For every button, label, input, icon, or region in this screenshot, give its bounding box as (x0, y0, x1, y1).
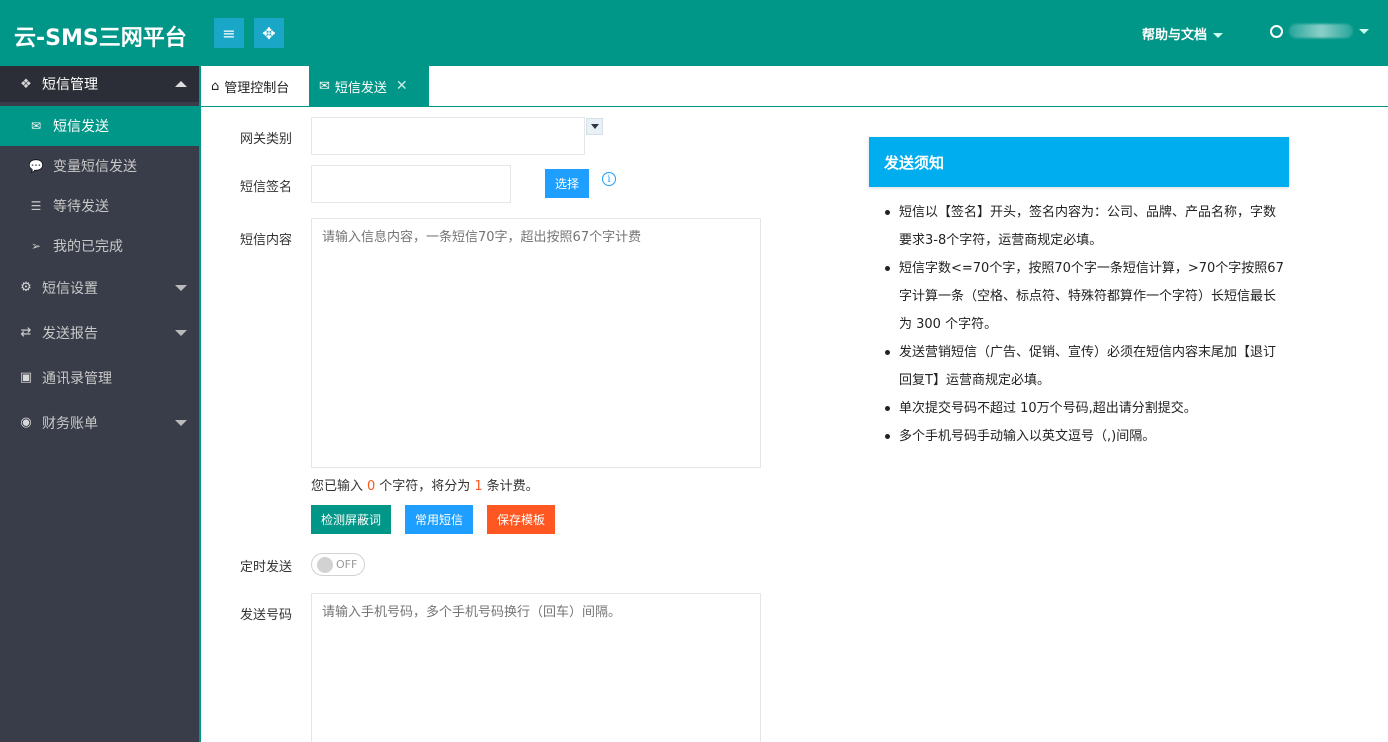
chevron-down-icon (1213, 33, 1224, 38)
chevron-up-icon (175, 81, 187, 87)
chevron-down-icon (175, 420, 187, 426)
chevron-down-icon (590, 124, 599, 129)
tab-sms-send[interactable]: ✉ 短信发送 ✕ (309, 66, 429, 106)
user-menu[interactable] (1270, 24, 1369, 38)
sidebar: ❖ 短信管理 ✉ 短信发送 💬 变量短信发送 ☰ 等待发送 ➢ 我的已完成 ⚙ … (0, 66, 199, 742)
close-icon[interactable]: ✕ (396, 78, 408, 94)
sidebar-group-contacts[interactable]: ▣ 通讯录管理 (0, 355, 199, 400)
chevron-down-icon (175, 330, 187, 336)
sidebar-item-label: 等待发送 (53, 199, 109, 215)
content-label: 短信内容 (240, 233, 293, 248)
tab-console[interactable]: ⌂ 管理控制台 (201, 66, 309, 106)
sidebar-group-billing[interactable]: ◉ 财务账单 (0, 400, 199, 445)
sidebar-group-send-report[interactable]: ⇄ 发送报告 (0, 310, 199, 355)
sidebar-group-sms-management[interactable]: ❖ 短信管理 (0, 66, 199, 102)
sidebar-group-label: 财务账单 (42, 415, 98, 432)
char-count: 0 (367, 479, 376, 494)
numbers-textarea[interactable] (311, 593, 761, 742)
counter-suffix: 条计费。 (486, 479, 539, 494)
circle-dot-icon: ◉ (20, 415, 32, 430)
sidebar-item-label: 我的已完成 (53, 239, 123, 255)
check-banned-words-button[interactable]: 检测屏蔽词 (311, 505, 391, 534)
notice-list: 短信以【签名】开头，签名内容为：公司、品牌、产品名称，字数要求3-8个字符，运营… (883, 199, 1288, 451)
chevron-down-icon (175, 285, 187, 291)
sidebar-item-variable-sms[interactable]: 💬 变量短信发送 (0, 146, 199, 186)
toggle-state-text: OFF (336, 558, 358, 571)
sidebar-group-label: 发送报告 (42, 325, 98, 342)
sidebar-group-label: 通讯录管理 (42, 370, 112, 387)
sidebar-group-label: 短信管理 (42, 77, 98, 93)
gateway-select[interactable] (311, 117, 585, 155)
counter-mid: 个字符，将分为 (379, 479, 471, 494)
gears-icon: ⚙ (20, 280, 32, 295)
common-sms-button[interactable]: 常用短信 (405, 505, 473, 534)
brand-title: 云-SMS三网平台 (14, 26, 187, 51)
notice-title: 发送须知 (869, 137, 1289, 187)
gateway-label: 网关类别 (240, 132, 293, 147)
info-icon[interactable]: i (602, 172, 616, 186)
fullscreen-button[interactable]: ✥ (254, 18, 284, 48)
notice-item: 多个手机号码手动输入以英文逗号（,)间隔。 (883, 423, 1288, 451)
numbers-label: 发送号码 (240, 608, 293, 623)
sidebar-item-sms-send[interactable]: ✉ 短信发送 (0, 106, 199, 146)
comments-icon: 💬 (28, 159, 44, 173)
counter-prefix: 您已输入 (311, 479, 364, 494)
list-icon: ☰ (30, 199, 42, 213)
sidebar-item-pending[interactable]: ☰ 等待发送 (0, 186, 199, 226)
help-docs-menu[interactable]: 帮助与文档 (1142, 24, 1224, 43)
content-textarea[interactable] (311, 218, 761, 468)
sms-count: 1 (474, 479, 483, 494)
hamburger-icon: ≡ (222, 23, 236, 43)
user-name-blurred (1289, 24, 1353, 38)
sidebar-edge-divider (199, 66, 201, 742)
toggle-knob (317, 557, 333, 573)
notice-item: 短信以【签名】开头，签名内容为：公司、品牌、产品名称，字数要求3-8个字符，运营… (883, 199, 1288, 255)
sidebar-group-label: 短信设置 (42, 280, 98, 297)
contact-book-icon: ▣ (19, 370, 33, 385)
chevron-down-icon (1359, 28, 1369, 34)
sidebar-group-sms-settings[interactable]: ⚙ 短信设置 (0, 265, 199, 310)
envelope-icon: ✉ (30, 119, 42, 133)
tab-bar: ⌂ 管理控制台 ✉ 短信发送 ✕ (201, 66, 1388, 107)
schedule-toggle[interactable]: OFF (311, 553, 365, 576)
signature-input[interactable] (311, 165, 511, 203)
gateway-dropdown-toggle[interactable] (586, 118, 603, 135)
tab-label: 短信发送 (334, 80, 387, 96)
user-icon (1270, 24, 1283, 38)
schedule-label: 定时发送 (240, 560, 293, 575)
notice-item: 单次提交号码不超过 10万个号码,超出请分割提交。 (883, 395, 1288, 423)
help-docs-label: 帮助与文档 (1142, 28, 1208, 43)
notice-item: 发送营销短信（广告、促销、宣传）必须在短信内容末尾加【退订回复T】运营商规定必填… (883, 339, 1288, 395)
home-icon: ⌂ (211, 78, 220, 94)
envelope-icon: ✉ (319, 78, 330, 94)
sidebar-item-completed[interactable]: ➢ 我的已完成 (0, 226, 199, 266)
char-counter: 您已输入 0 个字符，将分为 1 条计费。 (311, 475, 539, 494)
paper-plane-icon: ➢ (30, 239, 42, 253)
save-template-button[interactable]: 保存模板 (487, 505, 555, 534)
tab-label: 管理控制台 (224, 80, 290, 96)
menu-toggle-button[interactable]: ≡ (214, 18, 244, 48)
signature-label: 短信签名 (240, 180, 293, 195)
move-arrows-icon: ✥ (262, 23, 276, 43)
sidebar-item-label: 变量短信发送 (53, 159, 137, 175)
notice-item: 短信字数<=70个字，按照70个字一条短信计算，>70个字按照67字计算一条（空… (883, 255, 1288, 339)
select-signature-button[interactable]: 选择 (545, 169, 589, 198)
cubes-icon: ❖ (20, 76, 32, 92)
top-header: 云-SMS三网平台 ≡ ✥ 帮助与文档 (0, 0, 1388, 66)
sidebar-item-label: 短信发送 (53, 119, 109, 135)
exchange-icon: ⇄ (20, 325, 32, 340)
